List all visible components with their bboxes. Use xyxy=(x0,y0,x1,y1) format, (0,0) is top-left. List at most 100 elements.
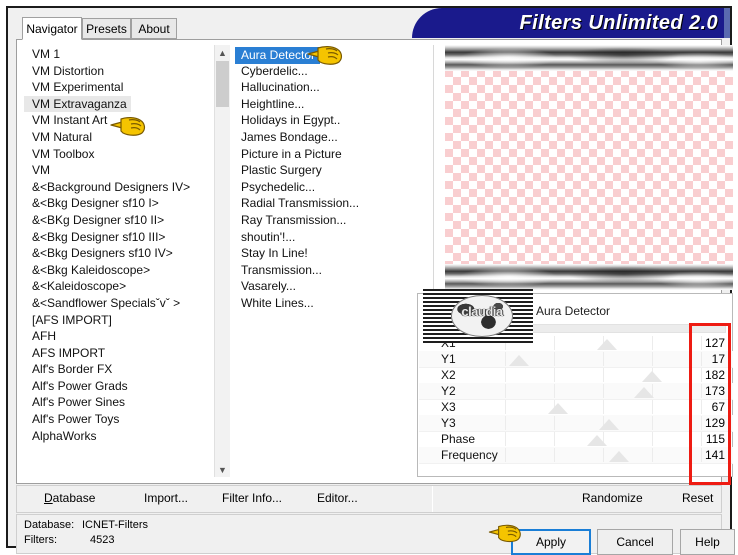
list-item[interactable]: Alf's Border FX xyxy=(24,361,220,378)
list-item[interactable]: AFH xyxy=(24,328,220,345)
slider-thumb[interactable] xyxy=(608,451,629,462)
parameter-row[interactable]: Phase 115 xyxy=(419,431,733,448)
list-item[interactable]: VM Natural xyxy=(24,129,220,146)
list-item[interactable]: VM Experimental xyxy=(24,79,220,96)
help-button[interactable]: Help xyxy=(680,529,735,555)
filter-info-button[interactable]: Filter Info... xyxy=(222,491,282,505)
filter-item-label: Cyberdelic... xyxy=(241,63,308,78)
parameter-slider[interactable] xyxy=(505,447,702,463)
parameter-slider[interactable] xyxy=(505,383,702,399)
list-item[interactable]: Holidays in Egypt.. xyxy=(235,112,415,129)
list-item[interactable]: Heightline... xyxy=(235,96,415,113)
parameter-slider[interactable] xyxy=(505,415,702,431)
list-item[interactable]: James Bondage... xyxy=(235,129,415,146)
filter-list[interactable]: Aura Detector Cyberdelic... Hallucination.… xyxy=(235,46,415,476)
slider-thumb[interactable] xyxy=(508,355,529,366)
list-item[interactable]: [AFS IMPORT] xyxy=(24,312,220,329)
category-item-label: &<Bkg Designer sf10 III> xyxy=(32,229,166,244)
app-title-banner: Filters Unlimited 2.0 xyxy=(412,8,730,38)
slider-tick xyxy=(505,416,506,430)
parameter-row[interactable]: X2 182 xyxy=(419,367,733,384)
category-list[interactable]: VM 1 VM Distortion VM Experimental VM Extra… xyxy=(24,46,220,476)
list-item[interactable]: Alf's Power Toys xyxy=(24,411,220,428)
preview-image xyxy=(445,45,733,290)
list-item[interactable]: Alf's Power Sines xyxy=(24,394,220,411)
slider-thumb[interactable] xyxy=(634,387,655,398)
parameter-label: Phase xyxy=(441,432,476,446)
category-item-label: Alf's Border FX xyxy=(32,362,113,377)
parameter-row[interactable]: Frequency 141 xyxy=(419,447,733,464)
list-item[interactable]: &<Bkg Designer sf10 I> xyxy=(24,195,220,212)
parameter-slider[interactable] xyxy=(505,367,702,383)
filter-item-label: Vasarely... xyxy=(241,279,296,294)
parameter-slider[interactable] xyxy=(505,335,702,351)
parameter-row[interactable]: Y3 129 xyxy=(419,415,733,432)
list-item[interactable]: VM 1 xyxy=(24,46,220,63)
slider-tick xyxy=(603,384,604,398)
reset-button[interactable]: Reset xyxy=(682,491,713,505)
slider-thumb[interactable] xyxy=(547,403,568,414)
tab-presets[interactable]: Presets xyxy=(82,18,131,39)
chevron-up-icon[interactable]: ▲ xyxy=(215,45,230,60)
list-item[interactable]: &<Bkg Designers sf10 IV> xyxy=(24,245,220,262)
list-item[interactable]: AlphaWorks xyxy=(24,428,220,445)
list-item[interactable]: Cyberdelic... xyxy=(235,63,415,80)
tab-navigator[interactable]: Navigator xyxy=(22,17,82,40)
category-item-label: &<Kaleidoscope> xyxy=(32,279,127,294)
slider-tick xyxy=(652,432,653,446)
category-item-label: &<Background Designers IV> xyxy=(32,179,191,194)
slider-thumb[interactable] xyxy=(596,339,617,350)
list-item[interactable]: &<Bkg Designer sf10 III> xyxy=(24,229,220,246)
filter-item-label: White Lines... xyxy=(241,295,314,310)
list-item[interactable]: VM Toolbox xyxy=(24,146,220,163)
category-item-label: VM Instant Art xyxy=(32,113,108,128)
parameter-row[interactable]: X3 67 xyxy=(419,399,733,416)
scrollbar-thumb[interactable] xyxy=(216,61,229,107)
list-item[interactable]: Vasarely... xyxy=(235,278,415,295)
parameter-row[interactable]: Y1 17 xyxy=(419,351,733,368)
randomize-button[interactable]: Randomize xyxy=(582,491,643,505)
slider-tick xyxy=(554,352,555,366)
slider-thumb[interactable] xyxy=(642,371,662,382)
category-item-label: Alf's Power Sines xyxy=(32,395,125,410)
slider-thumb[interactable] xyxy=(598,419,619,430)
list-item[interactable]: Psychedelic... xyxy=(235,179,415,196)
list-item[interactable]: &<Sandflower Specialsˇvˇ > xyxy=(24,295,220,312)
parameter-label: X3 xyxy=(441,400,456,414)
list-item[interactable]: shoutin'!... xyxy=(235,229,415,246)
list-item[interactable]: VM Extravaganza xyxy=(24,95,220,113)
category-list-scrollbar[interactable]: ▲ ▼ xyxy=(214,45,230,477)
list-item[interactable]: Picture in a Picture xyxy=(235,146,415,163)
list-item[interactable]: White Lines... xyxy=(235,295,415,312)
list-item[interactable]: &<Kaleidoscope> xyxy=(24,278,220,295)
editor-button[interactable]: Editor... xyxy=(317,491,358,505)
list-item[interactable]: VM Distortion xyxy=(24,63,220,80)
list-item[interactable]: AFS IMPORT xyxy=(24,345,220,362)
list-item[interactable]: &<Bkg Kaleidoscope> xyxy=(24,262,220,279)
slider-thumb[interactable] xyxy=(587,435,608,446)
list-item[interactable]: VM Instant Art xyxy=(24,112,220,129)
list-item[interactable]: Stay In Line! xyxy=(235,245,415,262)
tab-about[interactable]: About xyxy=(131,18,177,39)
list-item[interactable]: &<BKg Designer sf10 II> xyxy=(24,212,220,229)
apply-button[interactable]: Apply xyxy=(511,529,591,555)
import-button[interactable]: Import... xyxy=(144,491,188,505)
list-item[interactable]: Hallucination... xyxy=(235,79,415,96)
list-item[interactable]: VM xyxy=(24,162,220,179)
list-item[interactable]: Plastic Surgery xyxy=(235,162,415,179)
list-item[interactable]: Radial Transmission... xyxy=(235,195,415,212)
parameter-slider[interactable] xyxy=(505,351,702,367)
database-button[interactable]: Database xyxy=(44,491,95,505)
list-item[interactable]: &<Background Designers IV> xyxy=(24,179,220,196)
parameter-slider[interactable] xyxy=(505,431,702,447)
list-item[interactable]: Aura Detector xyxy=(235,46,415,64)
parameter-slider[interactable] xyxy=(505,399,702,415)
parameter-row[interactable]: Y2 173 xyxy=(419,383,733,400)
list-item[interactable]: Ray Transmission... xyxy=(235,212,415,229)
list-item[interactable]: Transmission... xyxy=(235,262,415,279)
filter-info-button-label: Filter Info... xyxy=(222,491,283,505)
list-item[interactable]: Alf's Power Grads xyxy=(24,378,220,395)
category-item-label: VM Distortion xyxy=(32,63,105,78)
cancel-button[interactable]: Cancel xyxy=(597,529,673,555)
chevron-down-icon[interactable]: ▼ xyxy=(215,462,230,477)
